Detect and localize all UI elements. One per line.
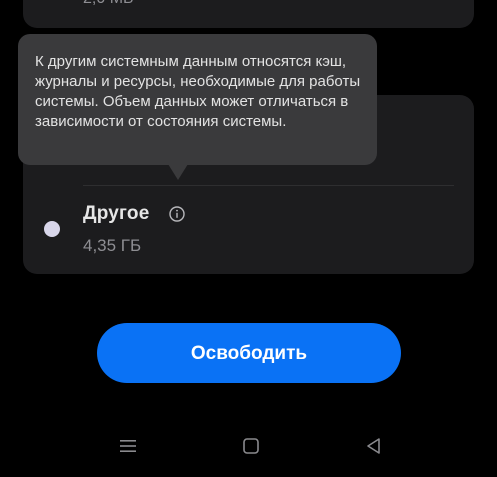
storage-item-size-top: 2,0 МБ bbox=[83, 0, 134, 8]
home-icon[interactable] bbox=[241, 436, 261, 456]
back-icon[interactable] bbox=[364, 436, 384, 456]
info-icon[interactable] bbox=[169, 206, 185, 222]
storage-screen: 2,0 МБ Другое 4,35 ГБ К другим системным… bbox=[0, 0, 497, 477]
tooltip-arrow bbox=[168, 164, 188, 180]
menu-icon[interactable] bbox=[118, 436, 138, 456]
category-color-dot bbox=[44, 221, 60, 237]
storage-item-title: Другое bbox=[83, 203, 150, 224]
tooltip-text: К другим системным данным относятся кэш,… bbox=[35, 53, 361, 130]
storage-card-top: 2,0 МБ bbox=[23, 0, 474, 28]
storage-item-size: 4,35 ГБ bbox=[83, 236, 142, 255]
info-tooltip: К другим системным данным относятся кэш,… bbox=[18, 34, 377, 165]
divider bbox=[83, 185, 454, 186]
free-up-button[interactable]: Освободить bbox=[97, 323, 401, 383]
